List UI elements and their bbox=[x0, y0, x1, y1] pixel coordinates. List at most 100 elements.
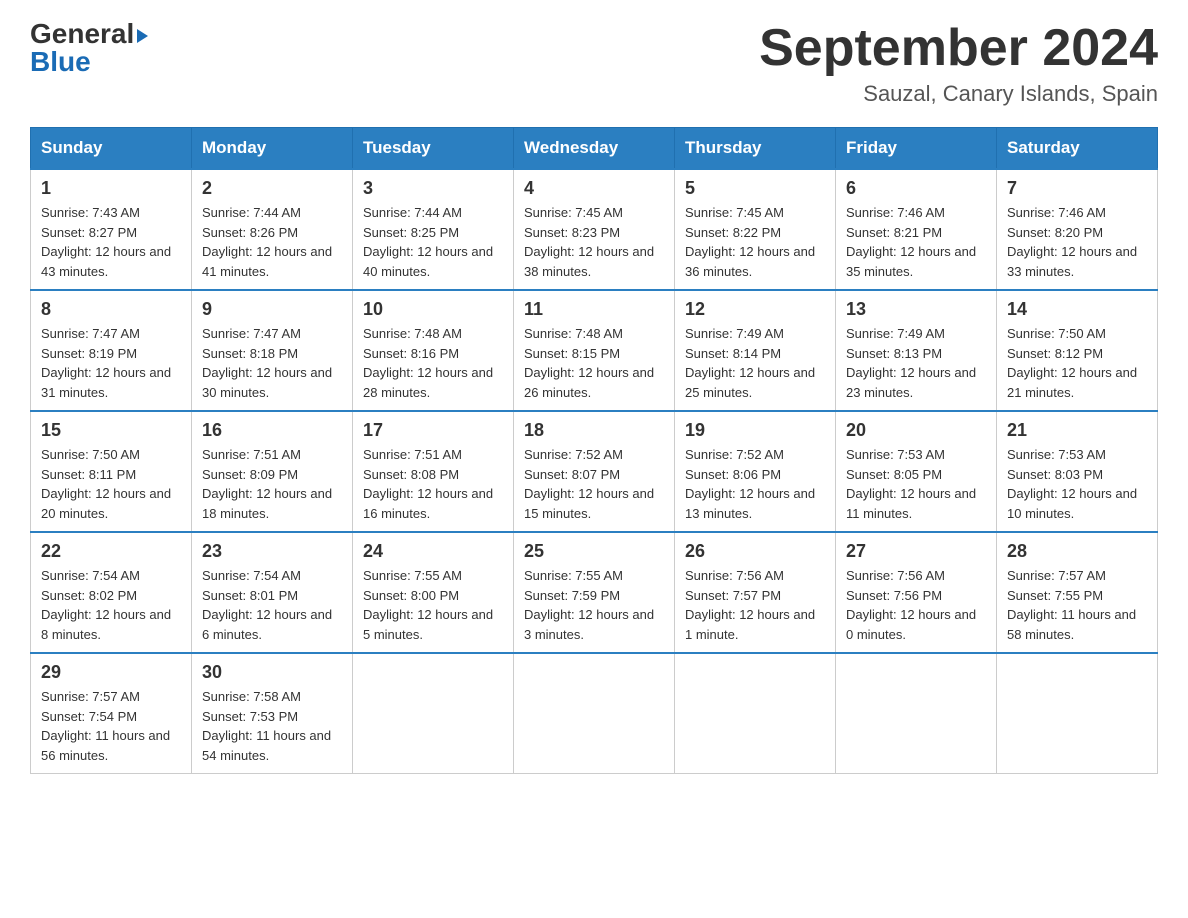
calendar-cell bbox=[675, 653, 836, 774]
sun-info: Sunrise: 7:58 AMSunset: 7:53 PMDaylight:… bbox=[202, 687, 342, 765]
calendar-cell: 22 Sunrise: 7:54 AMSunset: 8:02 PMDaylig… bbox=[31, 532, 192, 653]
week-row-4: 22 Sunrise: 7:54 AMSunset: 8:02 PMDaylig… bbox=[31, 532, 1158, 653]
day-number: 28 bbox=[1007, 541, 1147, 562]
calendar-cell: 29 Sunrise: 7:57 AMSunset: 7:54 PMDaylig… bbox=[31, 653, 192, 774]
sun-info: Sunrise: 7:53 AMSunset: 8:03 PMDaylight:… bbox=[1007, 445, 1147, 523]
sun-info: Sunrise: 7:54 AMSunset: 8:01 PMDaylight:… bbox=[202, 566, 342, 644]
day-number: 27 bbox=[846, 541, 986, 562]
calendar-cell: 14 Sunrise: 7:50 AMSunset: 8:12 PMDaylig… bbox=[997, 290, 1158, 411]
calendar-cell: 28 Sunrise: 7:57 AMSunset: 7:55 PMDaylig… bbox=[997, 532, 1158, 653]
sun-info: Sunrise: 7:47 AMSunset: 8:18 PMDaylight:… bbox=[202, 324, 342, 402]
calendar-cell: 11 Sunrise: 7:48 AMSunset: 8:15 PMDaylig… bbox=[514, 290, 675, 411]
sun-info: Sunrise: 7:52 AMSunset: 8:07 PMDaylight:… bbox=[524, 445, 664, 523]
calendar-cell: 21 Sunrise: 7:53 AMSunset: 8:03 PMDaylig… bbox=[997, 411, 1158, 532]
sun-info: Sunrise: 7:45 AMSunset: 8:23 PMDaylight:… bbox=[524, 203, 664, 281]
sun-info: Sunrise: 7:56 AMSunset: 7:56 PMDaylight:… bbox=[846, 566, 986, 644]
col-sunday: Sunday bbox=[31, 128, 192, 170]
day-number: 2 bbox=[202, 178, 342, 199]
col-wednesday: Wednesday bbox=[514, 128, 675, 170]
calendar-cell: 5 Sunrise: 7:45 AMSunset: 8:22 PMDayligh… bbox=[675, 169, 836, 290]
logo-text-line2: Blue bbox=[30, 48, 91, 76]
sun-info: Sunrise: 7:43 AMSunset: 8:27 PMDaylight:… bbox=[41, 203, 181, 281]
header-row: Sunday Monday Tuesday Wednesday Thursday… bbox=[31, 128, 1158, 170]
day-number: 7 bbox=[1007, 178, 1147, 199]
sun-info: Sunrise: 7:46 AMSunset: 8:21 PMDaylight:… bbox=[846, 203, 986, 281]
sun-info: Sunrise: 7:57 AMSunset: 7:54 PMDaylight:… bbox=[41, 687, 181, 765]
calendar-cell: 30 Sunrise: 7:58 AMSunset: 7:53 PMDaylig… bbox=[192, 653, 353, 774]
day-number: 20 bbox=[846, 420, 986, 441]
day-number: 10 bbox=[363, 299, 503, 320]
day-number: 9 bbox=[202, 299, 342, 320]
sun-info: Sunrise: 7:54 AMSunset: 8:02 PMDaylight:… bbox=[41, 566, 181, 644]
logo-text-line1: General bbox=[30, 20, 148, 48]
page-header: General Blue September 2024 Sauzal, Cana… bbox=[30, 20, 1158, 107]
calendar-cell bbox=[997, 653, 1158, 774]
calendar-cell bbox=[514, 653, 675, 774]
col-friday: Friday bbox=[836, 128, 997, 170]
calendar-cell: 26 Sunrise: 7:56 AMSunset: 7:57 PMDaylig… bbox=[675, 532, 836, 653]
col-tuesday: Tuesday bbox=[353, 128, 514, 170]
week-row-2: 8 Sunrise: 7:47 AMSunset: 8:19 PMDayligh… bbox=[31, 290, 1158, 411]
sun-info: Sunrise: 7:45 AMSunset: 8:22 PMDaylight:… bbox=[685, 203, 825, 281]
calendar-cell: 23 Sunrise: 7:54 AMSunset: 8:01 PMDaylig… bbox=[192, 532, 353, 653]
sun-info: Sunrise: 7:51 AMSunset: 8:09 PMDaylight:… bbox=[202, 445, 342, 523]
calendar-cell: 27 Sunrise: 7:56 AMSunset: 7:56 PMDaylig… bbox=[836, 532, 997, 653]
day-number: 12 bbox=[685, 299, 825, 320]
location-subtitle: Sauzal, Canary Islands, Spain bbox=[759, 81, 1158, 107]
calendar-cell: 17 Sunrise: 7:51 AMSunset: 8:08 PMDaylig… bbox=[353, 411, 514, 532]
calendar-cell: 25 Sunrise: 7:55 AMSunset: 7:59 PMDaylig… bbox=[514, 532, 675, 653]
day-number: 26 bbox=[685, 541, 825, 562]
calendar-cell: 12 Sunrise: 7:49 AMSunset: 8:14 PMDaylig… bbox=[675, 290, 836, 411]
calendar-cell: 7 Sunrise: 7:46 AMSunset: 8:20 PMDayligh… bbox=[997, 169, 1158, 290]
day-number: 15 bbox=[41, 420, 181, 441]
sun-info: Sunrise: 7:44 AMSunset: 8:25 PMDaylight:… bbox=[363, 203, 503, 281]
calendar-cell: 1 Sunrise: 7:43 AMSunset: 8:27 PMDayligh… bbox=[31, 169, 192, 290]
sun-info: Sunrise: 7:49 AMSunset: 8:13 PMDaylight:… bbox=[846, 324, 986, 402]
sun-info: Sunrise: 7:51 AMSunset: 8:08 PMDaylight:… bbox=[363, 445, 503, 523]
day-number: 4 bbox=[524, 178, 664, 199]
week-row-5: 29 Sunrise: 7:57 AMSunset: 7:54 PMDaylig… bbox=[31, 653, 1158, 774]
day-number: 14 bbox=[1007, 299, 1147, 320]
day-number: 19 bbox=[685, 420, 825, 441]
calendar-cell bbox=[836, 653, 997, 774]
week-row-3: 15 Sunrise: 7:50 AMSunset: 8:11 PMDaylig… bbox=[31, 411, 1158, 532]
col-thursday: Thursday bbox=[675, 128, 836, 170]
day-number: 18 bbox=[524, 420, 664, 441]
calendar-cell: 19 Sunrise: 7:52 AMSunset: 8:06 PMDaylig… bbox=[675, 411, 836, 532]
day-number: 16 bbox=[202, 420, 342, 441]
day-number: 23 bbox=[202, 541, 342, 562]
week-row-1: 1 Sunrise: 7:43 AMSunset: 8:27 PMDayligh… bbox=[31, 169, 1158, 290]
calendar-table: Sunday Monday Tuesday Wednesday Thursday… bbox=[30, 127, 1158, 774]
title-block: September 2024 Sauzal, Canary Islands, S… bbox=[759, 20, 1158, 107]
calendar-cell: 4 Sunrise: 7:45 AMSunset: 8:23 PMDayligh… bbox=[514, 169, 675, 290]
calendar-cell: 16 Sunrise: 7:51 AMSunset: 8:09 PMDaylig… bbox=[192, 411, 353, 532]
day-number: 5 bbox=[685, 178, 825, 199]
day-number: 17 bbox=[363, 420, 503, 441]
calendar-header: Sunday Monday Tuesday Wednesday Thursday… bbox=[31, 128, 1158, 170]
calendar-cell: 8 Sunrise: 7:47 AMSunset: 8:19 PMDayligh… bbox=[31, 290, 192, 411]
calendar-cell: 18 Sunrise: 7:52 AMSunset: 8:07 PMDaylig… bbox=[514, 411, 675, 532]
calendar-cell: 10 Sunrise: 7:48 AMSunset: 8:16 PMDaylig… bbox=[353, 290, 514, 411]
sun-info: Sunrise: 7:50 AMSunset: 8:12 PMDaylight:… bbox=[1007, 324, 1147, 402]
day-number: 24 bbox=[363, 541, 503, 562]
day-number: 6 bbox=[846, 178, 986, 199]
sun-info: Sunrise: 7:55 AMSunset: 7:59 PMDaylight:… bbox=[524, 566, 664, 644]
day-number: 25 bbox=[524, 541, 664, 562]
sun-info: Sunrise: 7:52 AMSunset: 8:06 PMDaylight:… bbox=[685, 445, 825, 523]
day-number: 22 bbox=[41, 541, 181, 562]
calendar-cell: 3 Sunrise: 7:44 AMSunset: 8:25 PMDayligh… bbox=[353, 169, 514, 290]
sun-info: Sunrise: 7:50 AMSunset: 8:11 PMDaylight:… bbox=[41, 445, 181, 523]
calendar-cell: 24 Sunrise: 7:55 AMSunset: 8:00 PMDaylig… bbox=[353, 532, 514, 653]
sun-info: Sunrise: 7:57 AMSunset: 7:55 PMDaylight:… bbox=[1007, 566, 1147, 644]
sun-info: Sunrise: 7:44 AMSunset: 8:26 PMDaylight:… bbox=[202, 203, 342, 281]
sun-info: Sunrise: 7:49 AMSunset: 8:14 PMDaylight:… bbox=[685, 324, 825, 402]
calendar-cell: 20 Sunrise: 7:53 AMSunset: 8:05 PMDaylig… bbox=[836, 411, 997, 532]
sun-info: Sunrise: 7:47 AMSunset: 8:19 PMDaylight:… bbox=[41, 324, 181, 402]
sun-info: Sunrise: 7:48 AMSunset: 8:15 PMDaylight:… bbox=[524, 324, 664, 402]
day-number: 8 bbox=[41, 299, 181, 320]
calendar-cell: 13 Sunrise: 7:49 AMSunset: 8:13 PMDaylig… bbox=[836, 290, 997, 411]
col-saturday: Saturday bbox=[997, 128, 1158, 170]
calendar-cell: 9 Sunrise: 7:47 AMSunset: 8:18 PMDayligh… bbox=[192, 290, 353, 411]
day-number: 1 bbox=[41, 178, 181, 199]
month-year-title: September 2024 bbox=[759, 20, 1158, 77]
